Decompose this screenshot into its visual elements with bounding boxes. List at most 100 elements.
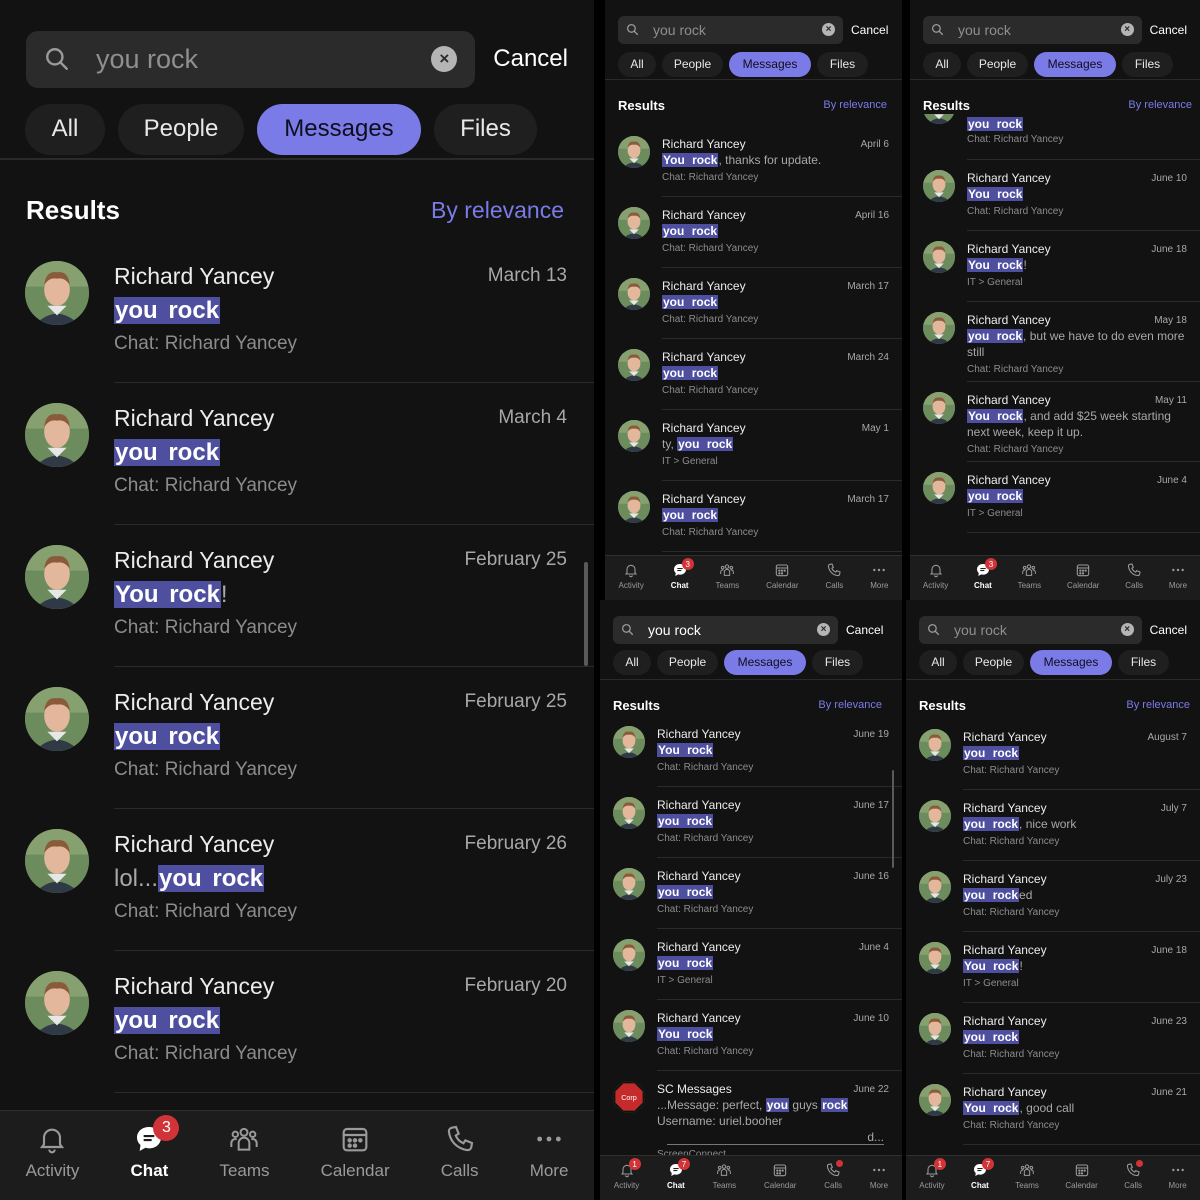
tab-chat[interactable]: Chat 7 — [971, 1156, 994, 1200]
clear-search-icon[interactable]: × — [1120, 23, 1134, 36]
list-item[interactable]: Richard Yancey June 4 you rock IT > General — [923, 462, 1200, 533]
clear-search-icon[interactable]: × — [431, 46, 458, 72]
filter-files[interactable]: Files — [434, 103, 537, 155]
tab-teams[interactable]: Teams — [713, 1156, 736, 1200]
filter-files[interactable]: Files — [1122, 51, 1173, 77]
list-item[interactable]: Richard Yancey March 13 you rock Chat: Rich… — [25, 241, 594, 383]
tab-calendar[interactable]: Calendar — [321, 1111, 390, 1200]
list-item[interactable]: Richard Yancey February 26 lol...you rock C… — [25, 809, 594, 951]
filter-messages[interactable]: Messages — [1030, 649, 1112, 675]
search-box[interactable]: you rock × — [919, 615, 1142, 644]
filter-all[interactable]: All — [618, 51, 656, 77]
filter-people[interactable]: People — [662, 51, 723, 77]
search-box[interactable]: you rock × — [613, 615, 838, 644]
filter-messages[interactable]: Messages — [724, 649, 806, 675]
tab-more[interactable]: More — [870, 1156, 888, 1200]
list-item[interactable]: Richard Yancey August 7 you rock Chat: Rich… — [919, 719, 1200, 790]
cancel-button[interactable]: Cancel — [493, 45, 568, 73]
tab-more[interactable]: More — [1169, 1156, 1187, 1200]
search-input[interactable]: you rock — [653, 22, 822, 38]
list-item[interactable]: Richard Yancey May 11 You rock, and add $2… — [923, 382, 1200, 462]
filter-all[interactable]: All — [613, 649, 651, 675]
list-item[interactable]: Richard Yancey June 4 you rock IT > General — [613, 929, 902, 1000]
list-item-partial[interactable]: you rock Chat: Richard Yancey — [923, 114, 1200, 160]
filter-all[interactable]: All — [25, 103, 105, 155]
filter-files[interactable]: Files — [817, 51, 868, 77]
tab-calls[interactable]: Calls — [826, 556, 843, 600]
tab-more[interactable]: More — [530, 1111, 568, 1200]
search-input[interactable]: you rock — [648, 622, 817, 638]
filter-messages[interactable]: Messages — [257, 103, 421, 155]
clear-search-icon[interactable]: × — [1120, 623, 1134, 636]
cancel-button[interactable]: Cancel — [1150, 623, 1187, 637]
list-item[interactable]: Richard Yancey March 24 you rock Chat: Rich… — [618, 339, 902, 410]
list-item[interactable]: Corp SC Messages June 22 ...Message: perfec… — [613, 1071, 902, 1155]
search-box[interactable]: you rock × — [26, 30, 476, 88]
tab-activity[interactable]: Activity 1 — [614, 1156, 641, 1200]
search-box[interactable]: you rock × — [923, 15, 1142, 44]
list-item[interactable]: Richard Yancey February 25 You rock! Chat: … — [25, 525, 594, 667]
tab-calendar[interactable]: Calendar — [1067, 556, 1099, 600]
filter-messages[interactable]: Messages — [729, 51, 811, 77]
list-item[interactable]: Richard Yancey July 23 you rocked Chat: Ric… — [919, 861, 1200, 932]
search-input[interactable]: you rock — [954, 622, 1121, 638]
filter-people[interactable]: People — [963, 649, 1024, 675]
tab-teams[interactable]: Teams — [219, 1111, 270, 1200]
tab-calendar[interactable]: Calendar — [764, 1156, 796, 1200]
tab-activity[interactable]: Activity — [923, 556, 948, 600]
list-item[interactable]: Richard Yancey April 16 you rock Chat: Rich… — [618, 197, 902, 268]
tab-calls[interactable]: Calls — [1124, 1156, 1144, 1200]
filter-files[interactable]: Files — [1118, 649, 1169, 675]
list-item[interactable]: Richard Yancey March 17 you rock Chat: Rich… — [618, 268, 902, 339]
tab-teams[interactable]: Teams — [716, 556, 739, 600]
tab-activity[interactable]: Activity — [618, 556, 644, 600]
tab-calls[interactable]: Calls — [441, 1111, 479, 1200]
list-item[interactable]: Richard Yancey June 10 You rock Chat: Richa… — [923, 160, 1200, 231]
tab-chat[interactable]: Chat 3 — [131, 1111, 180, 1200]
tab-activity[interactable]: Activity 1 — [919, 1156, 946, 1200]
tab-calendar[interactable]: Calendar — [766, 556, 799, 600]
list-item[interactable]: Richard Yancey June 16 you rock Chat: Richa… — [613, 858, 902, 929]
filter-files[interactable]: Files — [812, 649, 863, 675]
list-item[interactable]: Richard Yancey July 7 you rock, nice work C… — [919, 790, 1200, 861]
filter-people[interactable]: People — [118, 103, 244, 155]
filter-all[interactable]: All — [919, 649, 957, 675]
list-item[interactable]: Richard Yancey June 17 you rock Chat: Richa… — [613, 787, 902, 858]
scrollbar[interactable] — [584, 562, 588, 666]
filter-people[interactable]: People — [967, 51, 1028, 77]
list-item[interactable]: Richard Yancey June 19 You rock Chat: Richa… — [613, 716, 902, 787]
list-item[interactable]: Richard Yancey February 20 you rock Chat: R… — [25, 951, 594, 1093]
filter-people[interactable]: People — [657, 649, 718, 675]
tab-more[interactable]: More — [1169, 556, 1187, 600]
cancel-button[interactable]: Cancel — [846, 623, 883, 637]
list-item[interactable]: Richard Yancey June 23 you rock Chat: Richa… — [919, 1003, 1200, 1074]
tab-calls[interactable]: Calls — [1125, 556, 1143, 600]
scrollbar[interactable] — [892, 770, 894, 868]
search-input[interactable]: you rock — [958, 22, 1121, 38]
tab-teams[interactable]: Teams — [1018, 556, 1041, 600]
list-item[interactable]: Richard Yancey June 21 You rock, good call… — [919, 1074, 1200, 1145]
list-item[interactable]: Richard Yancey May 1 ty, you rock IT > Gene… — [618, 410, 902, 481]
list-item[interactable]: Richard Yancey June 18 You rock! IT > Gener… — [923, 231, 1200, 302]
search-input[interactable]: you rock — [96, 44, 431, 75]
list-item[interactable]: Richard Yancey May 18 you rock, but we hav… — [923, 302, 1200, 382]
sort-by-relevance[interactable]: By relevance — [1128, 99, 1192, 111]
clear-search-icon[interactable]: × — [822, 23, 835, 36]
sort-by-relevance[interactable]: By relevance — [1126, 699, 1190, 711]
cancel-button[interactable]: Cancel — [851, 23, 888, 37]
tab-chat[interactable]: Chat 3 — [671, 556, 694, 600]
list-item[interactable]: Richard Yancey March 17 you rock Chat: Rich… — [618, 481, 902, 552]
sort-by-relevance[interactable]: By relevance — [818, 699, 882, 711]
sort-by-relevance[interactable]: By relevance — [823, 99, 887, 111]
tab-calendar[interactable]: Calendar — [1065, 1156, 1098, 1200]
clear-search-icon[interactable]: × — [817, 623, 830, 636]
list-item[interactable]: Richard Yancey April 6 You rock, thanks fo… — [618, 126, 902, 197]
tab-chat[interactable]: Chat 3 — [974, 556, 997, 600]
filter-all[interactable]: All — [923, 51, 961, 77]
filter-messages[interactable]: Messages — [1034, 51, 1116, 77]
list-item[interactable]: Richard Yancey March 4 you rock Chat: Richa… — [25, 383, 594, 525]
cancel-button[interactable]: Cancel — [1150, 23, 1187, 37]
sort-by-relevance[interactable]: By relevance — [431, 197, 564, 224]
list-item[interactable]: Richard Yancey June 10 You rock Chat: Richa… — [613, 1000, 902, 1071]
list-item[interactable]: Richard Yancey February 25 you rock Chat: R… — [25, 667, 594, 809]
